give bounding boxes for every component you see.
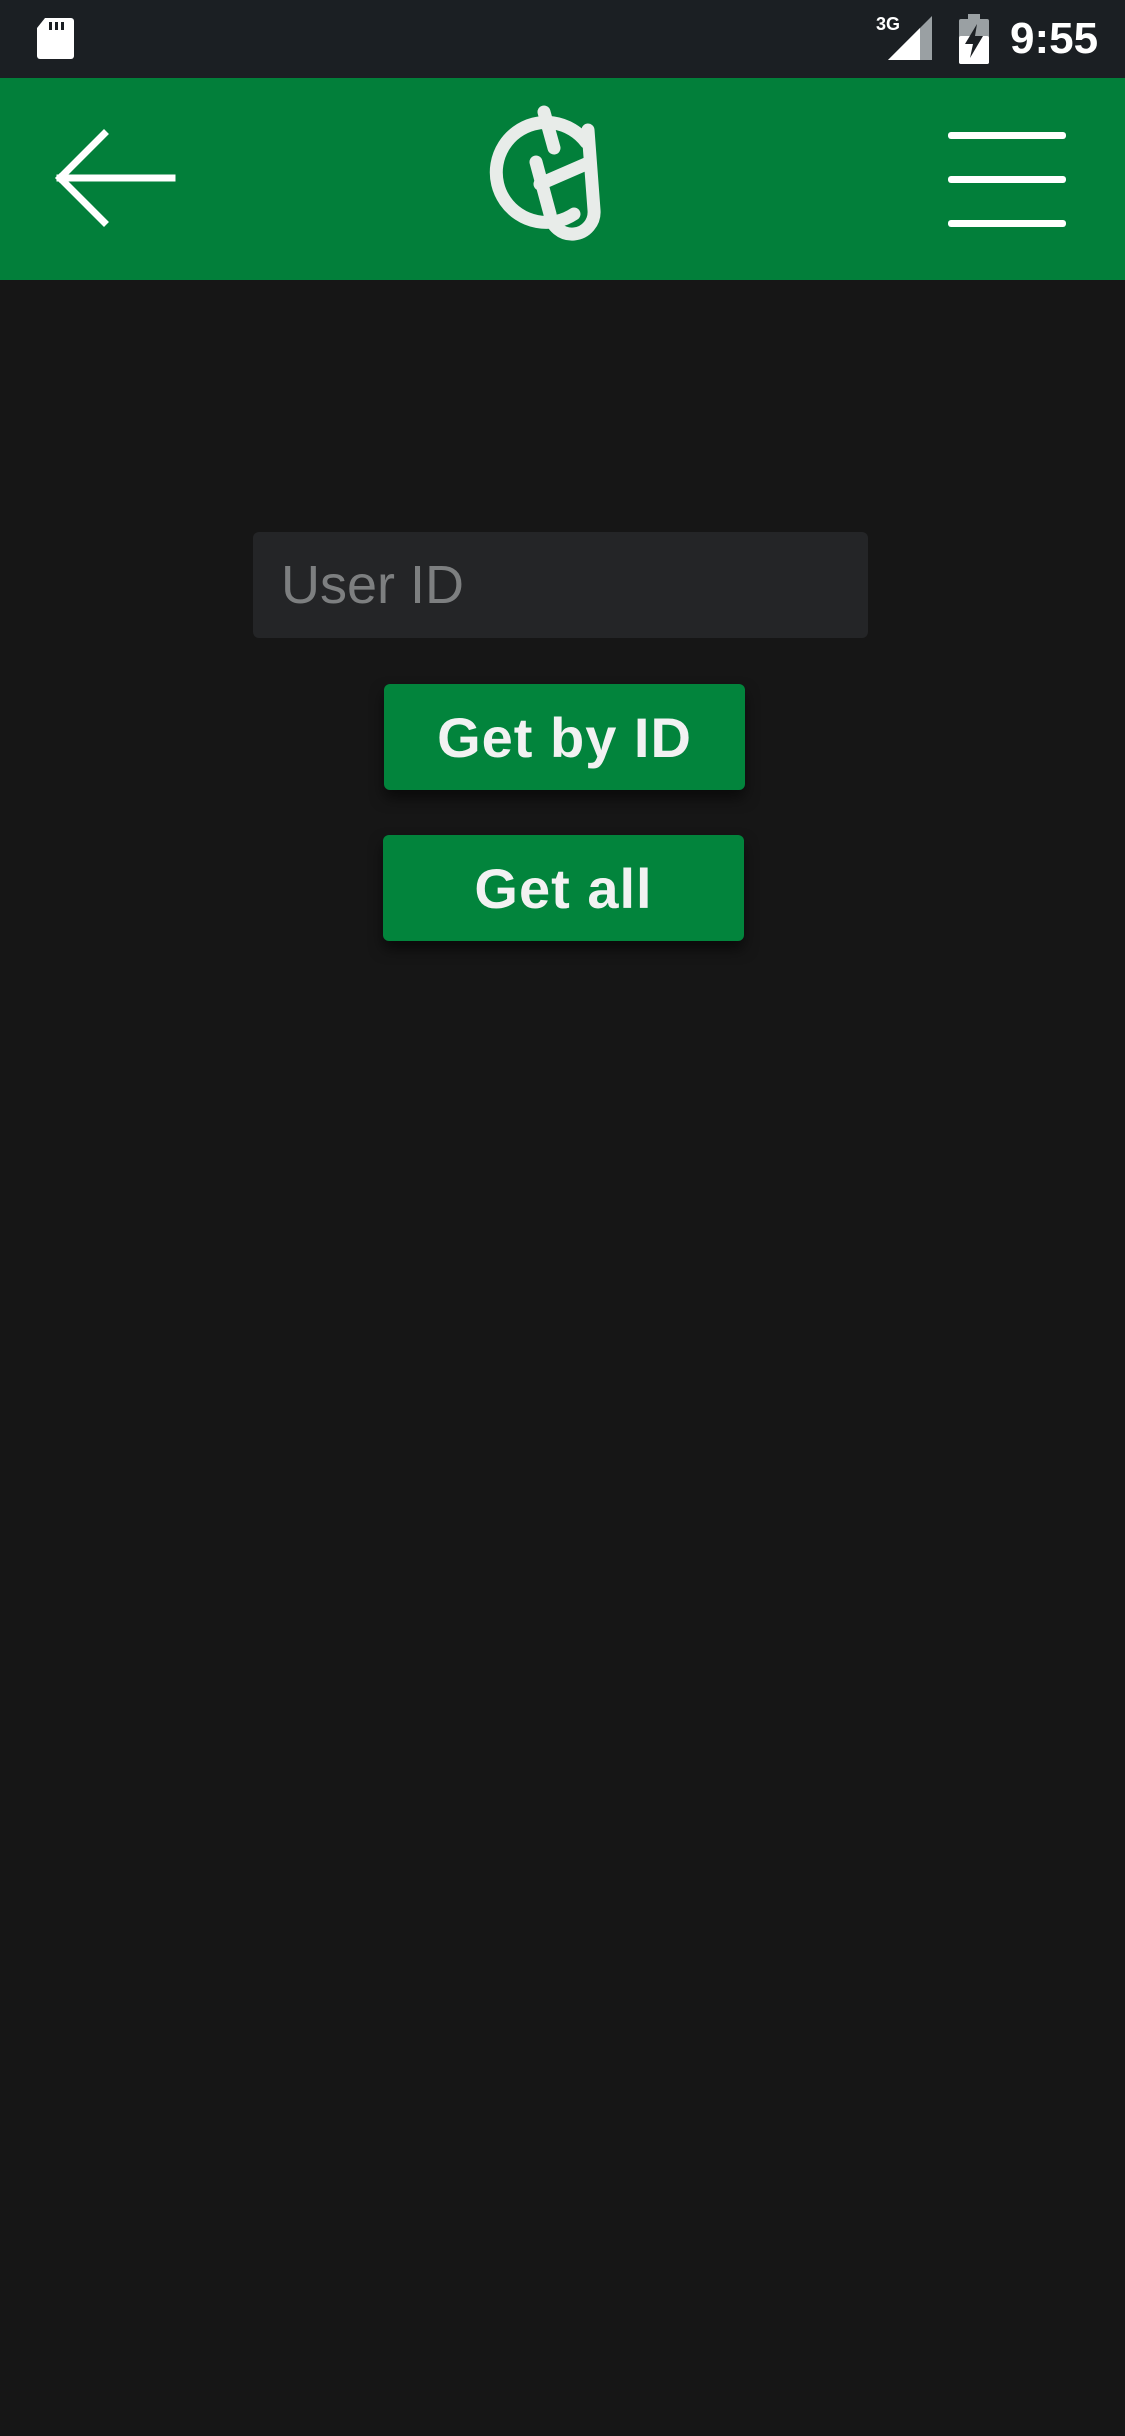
sd-card-icon bbox=[37, 18, 74, 59]
back-button[interactable] bbox=[48, 118, 188, 238]
app-bar bbox=[0, 78, 1125, 280]
user-id-input[interactable] bbox=[253, 532, 868, 638]
status-clock: 9:55 bbox=[1010, 14, 1099, 63]
network-type-label: 3G bbox=[876, 14, 900, 34]
signal-icon: 3G bbox=[876, 14, 932, 60]
app-logo-icon bbox=[489, 105, 601, 241]
get-all-button[interactable]: Get all bbox=[383, 835, 744, 941]
status-bar: 3G 9:55 bbox=[0, 0, 1125, 78]
battery-charging-icon bbox=[959, 14, 989, 64]
hamburger-menu-icon bbox=[948, 132, 1066, 227]
menu-button[interactable] bbox=[940, 120, 1070, 230]
get-by-id-button[interactable]: Get by ID bbox=[384, 684, 745, 790]
main-content: Get by ID Get all bbox=[0, 280, 1125, 2436]
arrow-left-icon bbox=[55, 129, 176, 227]
